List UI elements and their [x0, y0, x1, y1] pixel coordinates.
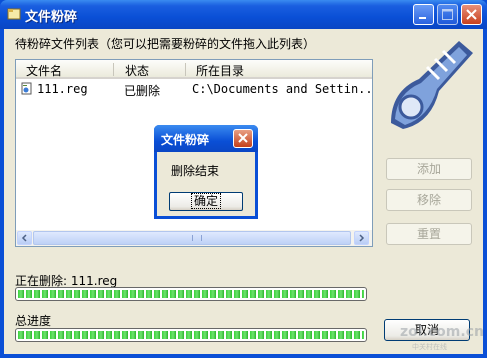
close-icon [238, 133, 248, 143]
reg-file-icon [21, 82, 32, 95]
cell-directory: C:\Documents and Settin... [192, 82, 373, 96]
title-bar[interactable]: 文件粉碎 [0, 0, 487, 29]
ok-button[interactable]: 确定 [169, 192, 243, 211]
column-divider[interactable] [185, 63, 186, 76]
main-window: 文件粉碎 待粉碎文件列表（您可以把需要粉碎的文件拖入此列表） 文件名 状态 所在… [0, 0, 487, 358]
minimize-icon [419, 17, 426, 19]
list-caption: 待粉碎文件列表（您可以把需要粉碎的文件拖入此列表） [15, 37, 316, 51]
chevron-right-icon [359, 234, 365, 242]
total-progress-label: 总进度 [15, 314, 52, 328]
table-row[interactable]: 111.reg 已删除 C:\Documents and Settin... [16, 80, 372, 98]
current-progress-fill [18, 290, 364, 298]
shredder-logo-icon [391, 41, 473, 129]
dialog-message: 删除结束 [171, 164, 220, 178]
scroll-right-button[interactable] [354, 231, 369, 245]
dialog-title: 文件粉碎 [161, 133, 210, 147]
watermark-logo: zol.com.cn 中关村在线 [382, 318, 484, 354]
cell-file-name: 111.reg [37, 82, 88, 96]
cell-status: 已删除 [124, 84, 161, 98]
total-progress-bar [15, 328, 367, 342]
window-title: 文件粉碎 [25, 10, 78, 25]
app-icon [7, 8, 21, 20]
chevron-left-icon [21, 234, 27, 242]
column-header-status[interactable]: 状态 [125, 62, 149, 79]
add-button[interactable]: 添加 [386, 158, 472, 180]
total-progress-fill [18, 331, 364, 339]
horizontal-scrollbar[interactable] [16, 230, 372, 246]
watermark-text: zol.com.cn [400, 324, 484, 340]
close-button[interactable] [461, 4, 482, 25]
watermark-subtext: 中关村在线 [412, 343, 447, 351]
column-header-name[interactable]: 文件名 [26, 62, 62, 79]
remove-button[interactable]: 移除 [386, 189, 472, 211]
current-progress-bar [15, 287, 367, 301]
dialog-close-button[interactable] [233, 129, 253, 148]
scroll-thumb[interactable] [33, 231, 351, 245]
maximize-button[interactable] [437, 4, 458, 25]
dialog-title-bar[interactable]: 文件粉碎 [154, 125, 258, 152]
close-icon [466, 9, 477, 20]
column-header-dir[interactable]: 所在目录 [196, 62, 244, 79]
maximize-icon [442, 9, 453, 20]
scroll-grip [192, 235, 202, 241]
list-header: 文件名 状态 所在目录 [16, 60, 372, 79]
reset-button[interactable]: 重置 [386, 223, 472, 245]
scroll-left-button[interactable] [17, 231, 32, 245]
column-divider[interactable] [113, 63, 114, 76]
minimize-button[interactable] [413, 4, 434, 25]
ok-button-label: 确定 [190, 193, 221, 209]
completion-dialog: 文件粉碎 删除结束 确定 [154, 125, 258, 219]
dialog-body: 删除结束 确定 [157, 152, 255, 216]
